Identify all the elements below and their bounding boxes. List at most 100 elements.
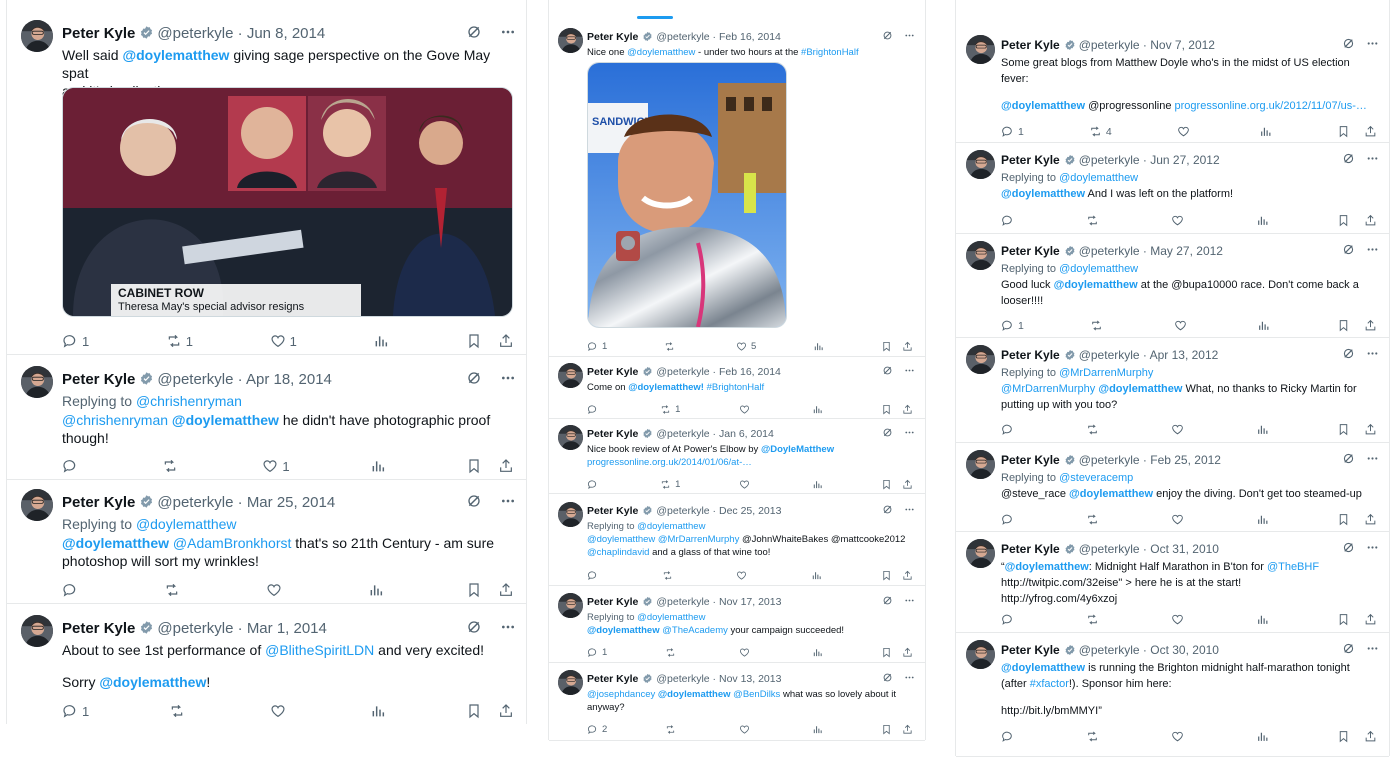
bookmark-icon[interactable] [1337, 513, 1350, 526]
avatar[interactable] [558, 593, 583, 618]
author-handle[interactable]: @peterkyle [157, 620, 233, 637]
replying-to-link[interactable]: @doylematthew [1059, 263, 1138, 275]
grok-icon[interactable] [882, 30, 893, 45]
avatar[interactable] [966, 640, 995, 669]
views-button[interactable] [1256, 730, 1321, 743]
views-button[interactable] [370, 703, 450, 719]
bookmark-icon[interactable] [466, 582, 482, 598]
reply-button[interactable]: 1 [587, 341, 647, 352]
tweet[interactable]: Peter Kyle @peterkyle · Dec 25, 2013 Repl… [549, 493, 925, 586]
author-handle[interactable]: @peterkyle [656, 673, 709, 685]
share-icon[interactable] [1364, 513, 1377, 526]
avatar[interactable] [966, 241, 995, 270]
retweet-button[interactable] [665, 724, 720, 735]
like-button[interactable] [1171, 423, 1240, 436]
author-name[interactable]: Peter Kyle [1001, 244, 1060, 258]
mention-link[interactable]: @doylematthew [1005, 561, 1089, 573]
reply-button[interactable] [62, 458, 146, 474]
avatar[interactable] [966, 150, 995, 179]
retweet-button[interactable] [1086, 214, 1155, 227]
bookmark-icon[interactable] [1337, 125, 1350, 138]
author-handle[interactable]: @peterkyle [656, 505, 709, 517]
link[interactable]: @BlitheSpiritLDN [265, 642, 374, 658]
replying-to-link[interactable]: @MrDarrenMurphy [1059, 367, 1153, 379]
author-handle[interactable]: @peterkyle [656, 366, 709, 378]
more-icon[interactable] [1366, 541, 1379, 558]
link[interactable]: progressonline.org.uk/2014/01/06/at-… [587, 457, 752, 468]
link[interactable]: @doylematthew [627, 47, 695, 58]
reply-button[interactable] [1001, 730, 1070, 743]
like-button[interactable] [1171, 730, 1240, 743]
share-icon[interactable] [902, 570, 913, 581]
share-icon[interactable] [498, 582, 514, 598]
mention-link[interactable]: @doylematthew [62, 535, 169, 551]
grok-icon[interactable] [466, 370, 482, 391]
retweet-button[interactable]: 1 [660, 404, 720, 415]
like-button[interactable] [739, 647, 794, 658]
like-button[interactable] [1171, 214, 1240, 227]
retweet-button[interactable] [1086, 613, 1155, 626]
share-icon[interactable] [902, 724, 913, 735]
share-icon[interactable] [498, 333, 514, 349]
grok-icon[interactable] [882, 595, 893, 610]
bookmark-icon[interactable] [466, 333, 482, 349]
tweet[interactable]: Peter Kyle @peterkyle · May 27, 2012 Repl… [956, 233, 1389, 338]
views-button[interactable] [370, 458, 450, 474]
replying-to-link[interactable]: @doylematthew [1059, 172, 1138, 184]
views-button[interactable] [373, 333, 453, 349]
reply-button[interactable] [587, 479, 642, 490]
author-name[interactable]: Peter Kyle [1001, 38, 1060, 52]
bookmark-icon[interactable] [881, 404, 892, 415]
link[interactable]: @josephdancey [587, 689, 655, 700]
avatar[interactable] [558, 670, 583, 695]
mention-link[interactable]: @doylematthew [655, 689, 731, 700]
tweet-date[interactable]: Oct 30, 2010 [1150, 643, 1219, 657]
reply-button[interactable] [587, 570, 642, 581]
views-button[interactable] [812, 479, 863, 490]
views-button[interactable] [813, 341, 864, 352]
tweet-date[interactable]: Feb 16, 2014 [719, 31, 781, 43]
retweet-button[interactable] [1086, 513, 1155, 526]
avatar[interactable] [21, 489, 53, 521]
bookmark-icon[interactable] [881, 341, 892, 352]
grok-icon[interactable] [1342, 541, 1355, 558]
tweet-date[interactable]: May 27, 2012 [1150, 244, 1223, 258]
grok-icon[interactable] [466, 24, 482, 45]
tweet-date[interactable]: Apr 18, 2014 [246, 371, 332, 388]
link[interactable]: #BrightonHalf [801, 47, 859, 58]
tweet-date[interactable]: Jan 6, 2014 [719, 428, 774, 440]
more-icon[interactable] [904, 365, 915, 380]
tweet-date[interactable]: Jun 8, 2014 [247, 25, 325, 42]
like-button[interactable]: 5 [736, 341, 796, 352]
more-icon[interactable] [904, 427, 915, 442]
link[interactable]: @MrDarrenMurphy [1001, 383, 1095, 395]
tweet[interactable]: Peter Kyle @peterkyle · Feb 16, 2014 Come… [549, 356, 925, 419]
author-name[interactable]: Peter Kyle [587, 366, 638, 378]
mention-link[interactable]: @doylematthew [1001, 100, 1085, 112]
share-icon[interactable] [902, 479, 913, 490]
author-name[interactable]: Peter Kyle [587, 673, 638, 685]
replying-to-link[interactable]: @steveracemp [1059, 472, 1133, 484]
retweet-button[interactable] [1086, 730, 1155, 743]
retweet-button[interactable]: 4 [1089, 125, 1164, 138]
bookmark-icon[interactable] [466, 458, 482, 474]
views-button[interactable] [811, 570, 862, 581]
retweet-button[interactable] [164, 582, 248, 598]
replying-to-link[interactable]: @doylematthew [637, 612, 705, 623]
author-handle[interactable]: @peterkyle [1079, 453, 1140, 467]
tweet-date[interactable]: Nov 17, 2013 [719, 596, 781, 608]
link[interactable]: @AdamBronkhorst [169, 535, 292, 551]
reply-button[interactable]: 1 [1001, 125, 1076, 138]
views-button[interactable] [812, 404, 863, 415]
tweet-date[interactable]: Mar 1, 2014 [247, 620, 327, 637]
like-button[interactable]: 1 [270, 333, 361, 349]
author-name[interactable]: Peter Kyle [1001, 542, 1060, 556]
author-name[interactable]: Peter Kyle [62, 371, 135, 388]
more-icon[interactable] [904, 595, 915, 610]
like-button[interactable] [1177, 125, 1246, 138]
tweet[interactable]: Peter Kyle @peterkyle · Oct 31, 2010 “@do… [956, 531, 1389, 633]
mention-link[interactable]: @DoyleMatthew [761, 444, 834, 455]
more-icon[interactable] [904, 30, 915, 45]
tweet-date[interactable]: Feb 16, 2014 [719, 366, 781, 378]
more-icon[interactable] [1366, 152, 1379, 169]
